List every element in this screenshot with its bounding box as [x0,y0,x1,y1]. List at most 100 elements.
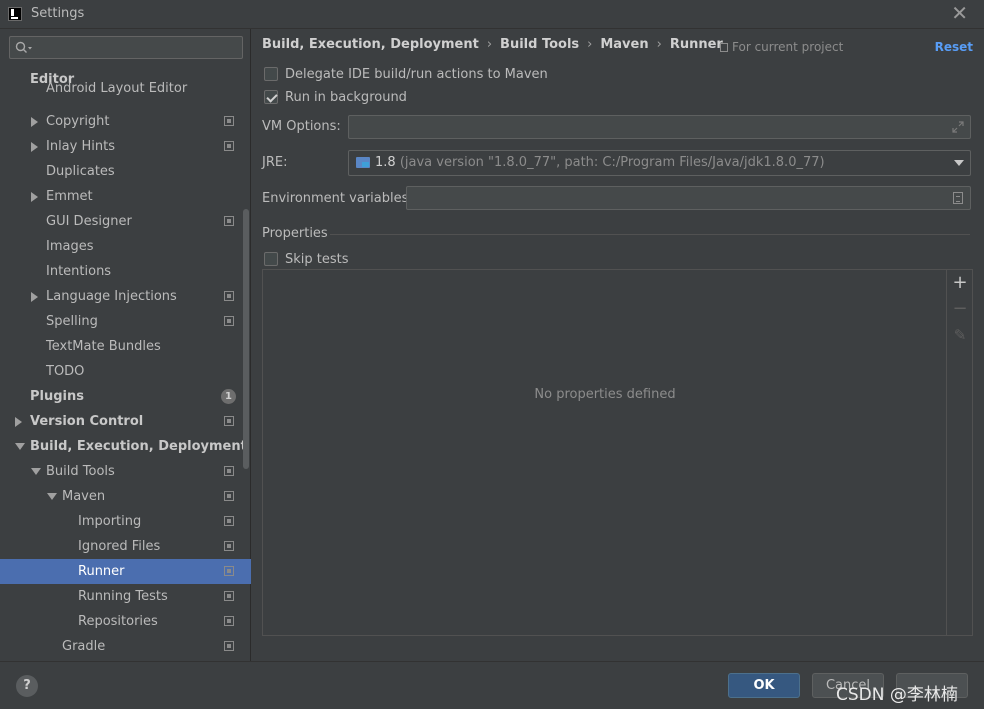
tree-item-label: TODO [46,364,85,379]
tree-item-repositories[interactable]: Repositories [0,609,251,634]
sidebar-scrollbar[interactable] [243,209,249,469]
tree-item-label: Copyright [46,114,110,129]
delegate-label: Delegate IDE build/run actions to Maven [285,67,548,82]
skip-tests-checkbox[interactable] [264,252,278,266]
breadcrumb-item[interactable]: Maven [600,37,648,52]
tree-item-label: Duplicates [46,164,115,179]
breadcrumb-item[interactable]: Runner [670,37,723,52]
tree-item-textmate-bundles[interactable]: TextMate Bundles [0,334,251,359]
tree-item-inlay-hints[interactable]: Inlay Hints [0,134,251,159]
chevron-down-icon[interactable] [31,468,41,475]
project-scope-icon [224,466,234,476]
tree-item-duplicates[interactable]: Duplicates [0,159,251,184]
vm-options-field[interactable] [348,115,971,139]
tree-item-copyright[interactable]: Copyright [0,109,251,134]
breadcrumb-separator: › [656,37,662,52]
tree-item-images[interactable]: Images [0,234,251,259]
scope-label: For current project [732,40,844,54]
background-option[interactable]: Run in background [264,89,407,107]
tree-item-todo[interactable]: TODO [0,359,251,384]
chevron-right-icon[interactable] [31,292,38,302]
jre-detail: (java version "1.8.0_77", path: C:/Progr… [399,155,825,170]
tree-item-label: Maven [62,489,106,504]
tree-item-android-layout-editor[interactable]: Android Layout Editor [0,82,251,96]
tree-item-importing[interactable]: Importing [0,509,251,534]
tree-item-label: Runner [78,564,125,579]
tree-item-label: GUI Designer [46,214,132,229]
chevron-down-icon[interactable] [15,443,25,450]
reset-link[interactable]: Reset [935,40,973,54]
tree-item-label: Version Control [30,414,144,429]
help-button[interactable]: ? [16,675,38,697]
settings-content: Build, Execution, Deployment › Build Tools… [252,29,984,661]
project-scope-icon [720,43,728,52]
edit-icon[interactable]: ✎ [951,326,969,344]
settings-sidebar: Editor Android Layout Editor Copyright Inla… [0,29,251,661]
delegate-checkbox[interactable] [264,67,278,81]
tree-item-build-execution-deployment[interactable]: Build, Execution, Deployment [0,434,251,459]
tree-item-build-tools[interactable]: Build Tools [0,459,251,484]
breadcrumb-item[interactable]: Build, Execution, Deployment [262,37,479,52]
chevron-down-icon[interactable] [47,493,57,500]
project-scope-icon [224,416,234,426]
chevron-right-icon[interactable] [31,142,38,152]
tree-item-maven[interactable]: Maven [0,484,251,509]
project-scope-icon [224,291,234,301]
remove-icon[interactable]: − [951,300,969,318]
project-scope-icon [224,216,234,226]
search-icon [15,41,32,53]
project-scope-icon [224,316,234,326]
properties-title: Properties [262,226,328,241]
add-icon[interactable]: + [951,274,969,292]
chevron-right-icon[interactable] [31,117,38,127]
tree-item-spelling[interactable]: Spelling [0,309,251,334]
update-count-badge: 1 [221,389,236,404]
chevron-right-icon[interactable] [31,192,38,202]
tree-item-label: Plugins [30,389,84,404]
tree-item-label: Running Tests [78,589,168,604]
jre-version: 1.8 [375,155,396,170]
chevron-down-icon [954,160,964,166]
tree-item-version-control[interactable]: Version Control [0,409,251,434]
properties-table[interactable]: No properties defined + − ✎ [262,269,973,636]
tree-item-gui-designer[interactable]: GUI Designer [0,209,251,234]
jdk-folder-icon [356,157,370,168]
tree-item-label: Importing [78,514,142,529]
ok-button[interactable]: OK [728,673,800,698]
chevron-right-icon[interactable] [15,417,22,427]
tree-item-label: Android Layout Editor [46,82,188,96]
project-scope-icon [224,491,234,501]
project-scope-icon [224,616,234,626]
tree-item-plugins[interactable]: Plugins 1 [0,384,251,409]
delegate-option[interactable]: Delegate IDE build/run actions to Maven [264,66,548,84]
jre-label: JRE: [262,155,288,170]
expand-icon[interactable] [952,121,964,133]
tree-item-language-injections[interactable]: Language Injections [0,284,251,309]
scope-indicator: For current project [720,40,843,54]
breadcrumb: Build, Execution, Deployment › Build Tools… [262,37,723,52]
browse-document-icon[interactable] [953,192,963,204]
close-icon[interactable]: ✕ [951,3,968,23]
title-bar: Settings ✕ [0,0,984,29]
tree-item-intentions[interactable]: Intentions [0,259,251,284]
tree-item-label: Inlay Hints [46,139,115,154]
jre-dropdown[interactable]: 1.8 (java version "1.8.0_77", path: C:/P… [348,150,971,176]
vm-options-label: VM Options: [262,119,341,134]
env-vars-field[interactable] [406,186,971,210]
breadcrumb-item[interactable]: Build Tools [500,37,579,52]
project-scope-icon [224,641,234,651]
tree-item-gradle[interactable]: Gradle [0,634,251,659]
search-input[interactable] [9,36,243,59]
window-title: Settings [31,6,85,21]
tree-item-ignored-files[interactable]: Ignored Files [0,534,251,559]
env-vars-label: Environment variables: [262,191,413,206]
tree-item-label: Build, Execution, Deployment [30,439,247,454]
background-checkbox[interactable] [264,90,278,104]
tree-item-emmet[interactable]: Emmet [0,184,251,209]
tree-item-running-tests[interactable]: Running Tests [0,584,251,609]
tree-item-runner[interactable]: Runner [0,559,251,584]
skip-tests-label: Skip tests [285,252,349,267]
empty-properties-message: No properties defined [534,387,676,402]
skip-tests-option[interactable]: Skip tests [264,251,349,269]
tree-item-label: Emmet [46,189,93,204]
